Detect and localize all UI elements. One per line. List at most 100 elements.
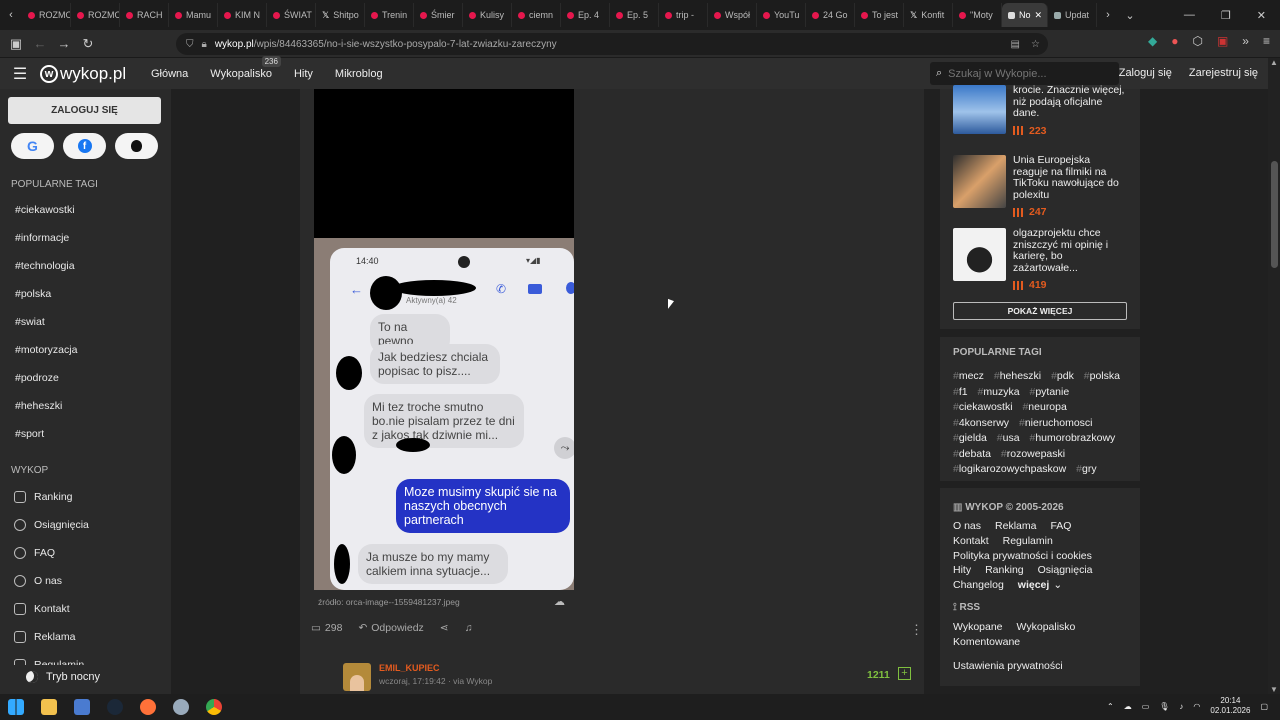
show-more-button[interactable]: POKAŻ WIĘCEJ xyxy=(953,302,1127,320)
related-link-card[interactable]: krocie. Znacznie więcej, niż podają ofic… xyxy=(953,84,1126,137)
chevron-down-icon[interactable]: ⌄ xyxy=(1053,579,1062,591)
browser-tab[interactable]: YouTu xyxy=(757,3,806,27)
notify-bell-icon[interactable]: ♫ xyxy=(465,622,473,634)
tray-cloud-icon[interactable]: ☁ xyxy=(1124,702,1132,711)
lock-icon[interactable]: 🔒︎ xyxy=(202,39,207,50)
popular-tag-link[interactable]: polska xyxy=(1084,370,1120,382)
google-login-button[interactable]: G xyxy=(11,133,54,159)
scrollbar-thumb[interactable] xyxy=(1271,161,1278,268)
browser-tab[interactable]: Kulisy xyxy=(463,3,512,27)
register-link[interactable]: Zarejestruj się xyxy=(1189,67,1258,79)
cloud-download-icon[interactable]: ☁ xyxy=(554,595,565,608)
browser-tab[interactable]: ciemn xyxy=(512,3,561,27)
sidebar-item[interactable]: FAQ xyxy=(14,547,55,559)
apple-login-button[interactable] xyxy=(115,133,158,159)
sidebar-tag-link[interactable]: #podroze xyxy=(15,372,59,384)
tray-chevron-icon[interactable]: ⌃ xyxy=(1107,702,1114,711)
monitor-app-icon[interactable] xyxy=(74,699,90,715)
clock[interactable]: 20:14 02.01.2026 xyxy=(1210,696,1250,716)
sidebar-tag-link[interactable]: #informacje xyxy=(15,232,69,244)
tab-scroll-left-icon[interactable]: ‹ xyxy=(0,9,22,21)
browser-tab[interactable]: Ep. 4 xyxy=(561,3,610,27)
avatar[interactable] xyxy=(343,663,371,691)
more-options-icon[interactable]: ⋮ xyxy=(910,622,923,638)
popular-tag-link[interactable]: debata xyxy=(953,448,991,460)
rss-link[interactable]: Wykopalisko xyxy=(1017,621,1076,633)
browser-tab[interactable]: ROZMO xyxy=(71,3,120,27)
browser-tab[interactable]: No ✕ xyxy=(1002,3,1048,27)
facebook-login-button[interactable]: f xyxy=(63,133,106,159)
link-thumbnail[interactable] xyxy=(953,85,1006,134)
browser-tab[interactable]: Trenin xyxy=(365,3,414,27)
browser-tab[interactable]: To jest xyxy=(855,3,904,27)
extension-shield-icon[interactable]: ◆ xyxy=(1148,34,1157,48)
windows-start-icon[interactable] xyxy=(8,699,24,715)
sidebar-item[interactable]: Reklama xyxy=(14,631,75,643)
sidebar-tag-link[interactable]: #ciekawostki xyxy=(15,204,75,216)
sidebar-login-button[interactable]: ZALOGUJ SIĘ xyxy=(8,97,161,124)
tab-close-icon[interactable]: ✕ xyxy=(1035,10,1043,21)
footer-link[interactable]: Hity xyxy=(953,564,971,576)
link-thumbnail[interactable] xyxy=(953,228,1006,281)
sidebar-tag-link[interactable]: #swiat xyxy=(15,316,45,328)
footer-link[interactable]: O nas xyxy=(953,520,981,532)
link-title[interactable]: krocie. Znacznie więcej, niż podają ofic… xyxy=(1013,84,1126,120)
back-icon[interactable]: ← xyxy=(28,36,52,51)
restore-icon[interactable]: ❐ xyxy=(1221,9,1231,22)
browser-tab[interactable]: Śmier xyxy=(414,3,463,27)
footer-link[interactable]: Polityka prywatności i cookies xyxy=(953,550,1092,562)
popular-tag-link[interactable]: gry xyxy=(1076,463,1096,475)
tray-mic-icon[interactable]: 🎙︎ xyxy=(1159,702,1169,711)
forward-icon[interactable]: → xyxy=(52,36,76,51)
sidebar-tag-link[interactable]: #heheszki xyxy=(15,400,62,412)
notifications-icon[interactable]: ▢ xyxy=(1260,702,1268,711)
browser-tab[interactable]: Ep. 5 xyxy=(610,3,659,27)
footer-link[interactable]: Reklama xyxy=(995,520,1036,532)
night-mode-toggle[interactable]: Tryb nocny xyxy=(0,665,171,688)
menu-icon[interactable]: ≡ xyxy=(1263,34,1270,48)
tray-wifi-icon[interactable]: ◠ xyxy=(1193,702,1200,711)
wykop-logo[interactable]: w wykop.pl xyxy=(40,64,140,84)
footer-link[interactable]: Ranking xyxy=(985,564,1024,576)
browser-tab[interactable]: Współ xyxy=(708,3,757,27)
sidebar-tag-link[interactable]: #technologia xyxy=(15,260,75,272)
browser-tab[interactable]: Mamu xyxy=(169,3,218,27)
popular-tag-link[interactable]: usa xyxy=(997,432,1020,444)
rss-link[interactable]: Wykopane xyxy=(953,621,1003,633)
link-thumbnail[interactable] xyxy=(953,155,1006,208)
hamburger-menu-icon[interactable]: ☰ xyxy=(0,64,40,84)
nav-link-mikroblog[interactable]: Mikroblog xyxy=(324,68,394,80)
sidebar-item[interactable]: Kontakt xyxy=(14,603,70,615)
more-tools-icon[interactable]: » xyxy=(1242,34,1249,48)
bookmark-star-icon[interactable]: ☆ xyxy=(1031,39,1040,50)
popular-tag-link[interactable]: mecz xyxy=(953,370,984,382)
tab-scroll-right-icon[interactable]: › xyxy=(1097,9,1119,21)
browser-tab[interactable]: Updat xyxy=(1048,3,1097,27)
reader-view-icon[interactable]: ▤ xyxy=(1011,39,1020,50)
sidebar-item[interactable]: O nas xyxy=(14,575,62,587)
popular-tag-link[interactable]: logikarozowychpaskow xyxy=(953,463,1066,475)
extensions-icon[interactable]: ⬡ xyxy=(1192,34,1202,48)
footer-link[interactable]: Osiągnięcia xyxy=(1038,564,1093,576)
tracking-shield-icon[interactable]: ⛉ xyxy=(186,39,194,50)
footer-link[interactable]: Changelog xyxy=(953,579,1004,591)
footer-link[interactable]: Kontakt xyxy=(953,535,989,547)
browser-tab[interactable]: trip - xyxy=(659,3,708,27)
scroll-down-icon[interactable]: ▼ xyxy=(1270,685,1278,694)
upvote-plus-icon[interactable]: + xyxy=(898,667,911,680)
tray-network-icon[interactable]: ▭ xyxy=(1142,702,1150,711)
popular-tag-link[interactable]: nieruchomosci xyxy=(1019,417,1093,429)
app-icon[interactable] xyxy=(173,699,189,715)
nav-link-glowna[interactable]: Główna xyxy=(140,68,199,80)
browser-tab[interactable]: ŚWIAT xyxy=(267,3,316,27)
browser-tab[interactable]: KIM N xyxy=(218,3,267,27)
popular-tag-link[interactable]: rozowepaski xyxy=(1001,448,1065,460)
browser-tab[interactable]: "Moty xyxy=(953,3,1002,27)
related-link-card[interactable]: olgazprojektu chce zniszczyć mi opinię i… xyxy=(953,227,1126,291)
chrome-icon[interactable] xyxy=(206,699,222,715)
popular-tag-link[interactable]: f1 xyxy=(953,386,968,398)
link-title[interactable]: olgazprojektu chce zniszczyć mi opinię i… xyxy=(1013,227,1126,274)
sidebar-tag-link[interactable]: #motoryzacja xyxy=(15,344,77,356)
sidebar-item[interactable]: Osiągnięcia xyxy=(14,519,89,531)
post-image[interactable]: 14:40 ▾◢▮ ← Aktywny(a) 42 ✆ To na pewno … xyxy=(314,89,574,590)
